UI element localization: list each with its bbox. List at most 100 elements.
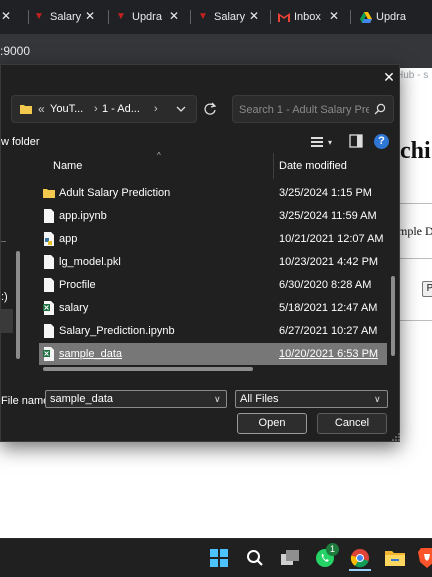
file-date: 5/18/2021 12:47 AM — [279, 302, 378, 314]
tab-separator — [350, 10, 351, 24]
refresh-icon[interactable] — [199, 99, 221, 119]
file-date: 10/23/2021 4:42 PM — [279, 256, 379, 268]
preview-pane-icon[interactable] — [348, 133, 364, 149]
windows-start-icon[interactable] — [208, 547, 230, 569]
breadcrumb-item[interactable]: YouT... — [50, 103, 83, 115]
tab-separator — [190, 10, 191, 24]
column-header-date[interactable]: Date modified — [279, 160, 347, 172]
cancel-button[interactable]: Cancel — [317, 413, 387, 434]
task-view-icon[interactable] — [279, 547, 301, 569]
file-name: app — [59, 233, 78, 245]
navigation-pane[interactable] — [1, 155, 25, 373]
vee-icon: ▼ — [34, 11, 44, 22]
chevron-down-icon[interactable] — [176, 104, 186, 114]
file-name: app.ipynb — [59, 210, 107, 222]
new-folder-button[interactable]: w folder — [1, 136, 40, 148]
browser-tab-bar: ✕ ▼ Salary ✕ ▼ Updra ✕ ▼ Salary ✕ Inbox … — [0, 0, 432, 34]
breadcrumb[interactable]: « YouT... › 1 - Ad... › — [11, 95, 197, 123]
address-bar[interactable]: :9000 — [0, 34, 432, 68]
taskbar: 1 — [0, 538, 432, 577]
resize-grip-icon[interactable] — [392, 433, 400, 441]
file-name: Salary_Prediction.ipynb — [59, 325, 175, 337]
drive-icon — [360, 12, 372, 23]
file-row-adult-salary-prediction[interactable]: Adult Salary Prediction 3/25/2024 1:15 P… — [39, 182, 387, 204]
tab-label: Updra — [376, 11, 406, 23]
tab-label: Salary — [50, 11, 82, 23]
address-text: :9000 — [0, 44, 31, 58]
file-row-salary[interactable]: salary 5/18/2021 12:47 AM — [39, 297, 387, 319]
open-button[interactable]: Open — [237, 413, 307, 434]
page-divider — [400, 203, 432, 204]
file-list-horizontal-scrollbar[interactable] — [43, 367, 253, 371]
file-row-app[interactable]: app 10/21/2021 12:07 AM — [39, 228, 387, 250]
column-header-name[interactable]: Name — [53, 160, 82, 172]
file-type-select[interactable]: All Files ∨ — [235, 390, 388, 408]
file-name-field[interactable]: sample_data ∨ — [45, 390, 227, 408]
file-date: 10/20/2021 6:53 PM — [279, 348, 379, 360]
file-date: 3/25/2024 1:15 PM — [279, 187, 372, 199]
tab-label: Salary — [214, 11, 246, 23]
chevron-down-icon[interactable]: ∨ — [214, 394, 221, 405]
search-icon[interactable] — [244, 547, 266, 569]
search-input[interactable]: Search 1 - Adult Salary Predic... — [239, 104, 369, 116]
search-icon[interactable] — [374, 103, 386, 115]
help-icon[interactable]: ? — [374, 134, 389, 149]
tab-inbox[interactable]: Inbox ✕ — [278, 0, 340, 34]
file-list-vertical-scrollbar[interactable] — [391, 276, 395, 356]
tab-close-icon[interactable]: ✕ — [248, 10, 260, 22]
file-name: Adult Salary Prediction — [59, 187, 171, 199]
file-row-procfile[interactable]: Procfile 6/30/2020 8:28 AM — [39, 274, 387, 296]
tab-label: Inbox — [294, 11, 321, 23]
page-divider — [400, 258, 432, 259]
close-icon[interactable]: ✕ — [381, 68, 397, 86]
file-name: salary — [59, 302, 89, 314]
page-button[interactable]: P — [422, 281, 432, 297]
file-date: 3/25/2024 11:59 AM — [279, 210, 377, 222]
search-box[interactable]: Search 1 - Adult Salary Predic... — [232, 95, 394, 123]
tab-close-icon[interactable]: ✕ — [328, 10, 340, 22]
notification-badge: 1 — [326, 543, 339, 556]
whatsapp-icon[interactable]: 1 — [314, 543, 339, 569]
folder-icon — [43, 189, 55, 198]
tab-label: Updra — [132, 11, 162, 23]
page-text: mple D — [398, 224, 432, 238]
excel-csv-icon — [43, 347, 54, 361]
breadcrumb-item[interactable]: 1 - Ad... — [102, 103, 140, 115]
chevron-down-icon[interactable]: ▾ — [328, 138, 332, 147]
column-divider[interactable] — [273, 153, 274, 179]
tab-close-icon[interactable]: ✕ — [0, 10, 12, 22]
file-name-value[interactable]: sample_data — [50, 393, 113, 405]
folder-icon — [20, 105, 32, 114]
file-row-sample-data[interactable]: sample_data 10/20/2021 6:53 PM — [39, 343, 387, 365]
chevron-right-icon[interactable]: › — [94, 103, 98, 115]
brave-icon[interactable] — [416, 547, 432, 569]
document-icon — [44, 278, 54, 292]
chevron-right-icon[interactable]: › — [154, 103, 158, 115]
nav-item-selected[interactable] — [1, 309, 13, 333]
tab-salary-1[interactable]: ▼ Salary ✕ — [34, 0, 96, 34]
nav-scrollbar[interactable] — [16, 251, 20, 359]
page-tab-fragment: Hub - s — [396, 70, 429, 81]
chrome-icon[interactable] — [349, 547, 371, 571]
file-row-salary-prediction-ipynb[interactable]: Salary_Prediction.ipynb 6/27/2021 10:27 … — [39, 320, 387, 342]
tab-updra-2[interactable]: Updra — [360, 0, 432, 34]
tab-salary-2[interactable]: ▼ Salary ✕ — [198, 0, 260, 34]
tab-fragment[interactable]: ✕ — [0, 0, 14, 34]
view-options-icon[interactable] — [306, 133, 328, 151]
tab-close-icon[interactable]: ✕ — [84, 10, 96, 22]
tab-separator — [270, 10, 271, 24]
file-name: Procfile — [59, 279, 96, 291]
tab-close-icon[interactable]: ✕ — [168, 10, 180, 22]
nav-item-label[interactable]: :) — [1, 291, 8, 303]
overflow-chevron-icon[interactable]: « — [38, 102, 45, 116]
file-type-value: All Files — [240, 393, 279, 405]
file-name: lg_model.pkl — [59, 256, 121, 268]
file-row-app-ipynb[interactable]: app.ipynb 3/25/2024 11:59 AM — [39, 205, 387, 227]
file-row-lg-model[interactable]: lg_model.pkl 10/23/2021 4:42 PM — [39, 251, 387, 273]
file-open-dialog: ✕ « YouT... › 1 - Ad... › Search 1 - Adu… — [0, 64, 400, 442]
chevron-down-icon[interactable]: ∨ — [374, 394, 381, 405]
gmail-icon — [278, 12, 290, 22]
tab-updra-1[interactable]: ▼ Updra ✕ — [116, 0, 180, 34]
sort-up-icon: ^ — [157, 151, 161, 160]
file-explorer-icon[interactable] — [384, 547, 406, 569]
